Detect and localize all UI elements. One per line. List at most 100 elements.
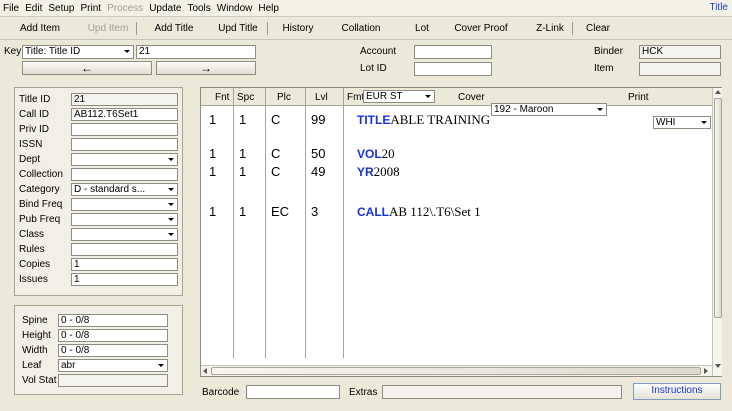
leaf-select[interactable]: abr bbox=[58, 359, 168, 372]
instructions-button[interactable]: Instructions bbox=[633, 383, 721, 400]
chevron-down-icon bbox=[168, 158, 174, 161]
add-item-button[interactable]: Add Item bbox=[14, 23, 66, 34]
menu-tools[interactable]: Tools bbox=[184, 3, 213, 14]
collection-input[interactable] bbox=[71, 168, 178, 181]
toolbar-separator bbox=[267, 22, 268, 35]
account-label: Account bbox=[360, 46, 397, 57]
title-details-panel: Title ID 21 Call ID AB112.T6Set1 Priv ID… bbox=[14, 87, 183, 296]
z-link-button[interactable]: Z-Link bbox=[532, 23, 568, 34]
clear-button[interactable]: Clear bbox=[583, 23, 613, 34]
issues-input[interactable]: 1 bbox=[71, 273, 178, 286]
col-header-cover: Cover bbox=[458, 92, 485, 103]
menu-update[interactable]: Update bbox=[146, 3, 184, 14]
copies-input[interactable]: 1 bbox=[71, 258, 178, 271]
menu-print[interactable]: Print bbox=[78, 3, 105, 14]
call-id-input[interactable]: AB112.T6Set1 bbox=[71, 108, 178, 121]
lot-id-label: Lot ID bbox=[360, 63, 387, 74]
collation-button[interactable]: Collation bbox=[336, 23, 386, 34]
horizontal-scrollbar[interactable] bbox=[201, 365, 712, 376]
menu-setup[interactable]: Setup bbox=[45, 3, 77, 14]
table-row[interactable]: 1 1 C 50 VOL20 bbox=[201, 146, 711, 162]
col-header-plc: Plc bbox=[277, 92, 291, 103]
barcode-label: Barcode bbox=[202, 387, 240, 398]
spine-details-panel: Spine 0 - 0/8 Height 0 - 0/8 Width 0 - 0… bbox=[14, 305, 183, 395]
table-row[interactable]: 1 1 C 49 YR2008 bbox=[201, 164, 711, 180]
column-divider bbox=[265, 88, 266, 358]
add-title-button[interactable]: Add Title bbox=[149, 23, 199, 34]
table-row[interactable]: 1 1 EC 3 CALLAB 112\.T6\Set 1 bbox=[201, 204, 711, 220]
toolbar-separator bbox=[136, 22, 137, 35]
lot-button[interactable]: Lot bbox=[410, 23, 434, 34]
lot-id-input[interactable] bbox=[414, 62, 492, 76]
arrow-right-icon: → bbox=[200, 61, 212, 75]
spine-line-text: TITLEABLE TRAINING bbox=[357, 112, 491, 127]
spine-line-text: VOL20 bbox=[357, 146, 395, 161]
chevron-down-icon bbox=[425, 95, 431, 98]
scroll-right-icon[interactable] bbox=[704, 368, 708, 374]
scroll-thumb[interactable] bbox=[211, 367, 701, 375]
vertical-scrollbar[interactable] bbox=[712, 88, 722, 376]
key-value-input[interactable]: 21 bbox=[136, 45, 256, 59]
chevron-down-icon bbox=[168, 203, 174, 206]
scroll-up-icon[interactable] bbox=[715, 90, 721, 94]
chevron-down-icon bbox=[168, 218, 174, 221]
table-row[interactable]: 1 1 C 99 TITLEABLE TRAINING bbox=[201, 112, 711, 128]
spine-text-grid: Fnt Spc Plc Lvl Fmt EUR ST Cover 192 - M… bbox=[200, 87, 722, 377]
priv-id-input[interactable] bbox=[71, 123, 178, 136]
scroll-left-icon[interactable] bbox=[203, 368, 207, 374]
window-title-label: Title bbox=[709, 2, 728, 13]
key-label: Key bbox=[4, 46, 22, 57]
scroll-down-icon[interactable] bbox=[715, 364, 721, 368]
prev-record-button[interactable]: ← bbox=[22, 61, 152, 75]
vol-stat-field bbox=[58, 374, 168, 387]
binder-field: HCK bbox=[639, 45, 721, 59]
menu-help[interactable]: Help bbox=[255, 3, 282, 14]
category-select[interactable]: D - standard s... bbox=[71, 183, 178, 196]
chevron-down-icon bbox=[597, 108, 603, 111]
chevron-down-icon bbox=[168, 188, 174, 191]
column-divider bbox=[305, 88, 306, 358]
height-input[interactable]: 0 - 0/8 bbox=[58, 329, 168, 342]
item-field bbox=[639, 62, 721, 76]
upd-item-button[interactable]: Upd Item bbox=[84, 23, 132, 34]
chevron-down-icon bbox=[158, 364, 164, 367]
key-bar: Key Title: Title ID 21 ← → Account Lot I… bbox=[0, 41, 732, 81]
history-button[interactable]: History bbox=[276, 23, 320, 34]
column-divider bbox=[343, 88, 344, 358]
col-header-lvl: Lvl bbox=[315, 92, 328, 103]
cover-proof-button[interactable]: Cover Proof bbox=[450, 23, 512, 34]
issn-input[interactable] bbox=[71, 138, 178, 151]
extras-field bbox=[382, 385, 622, 399]
chevron-down-icon bbox=[168, 233, 174, 236]
next-record-button[interactable]: → bbox=[156, 61, 256, 75]
toolbar-separator bbox=[572, 22, 573, 35]
spine-line-text: YR2008 bbox=[357, 164, 400, 179]
arrow-left-icon: ← bbox=[81, 61, 93, 75]
upd-title-button[interactable]: Upd Title bbox=[213, 23, 263, 34]
rules-input[interactable] bbox=[71, 243, 178, 256]
menu-bar: File Edit Setup Print Process Update Too… bbox=[0, 0, 732, 17]
col-header-fmt: Fmt bbox=[347, 92, 365, 103]
class-select[interactable] bbox=[71, 228, 178, 241]
account-input[interactable] bbox=[414, 45, 492, 59]
col-header-fnt: Fnt bbox=[215, 92, 230, 103]
scroll-thumb[interactable] bbox=[714, 98, 722, 318]
extras-label: Extras bbox=[349, 387, 378, 398]
fmt-select[interactable]: EUR ST bbox=[363, 90, 435, 103]
grid-header-row: Fnt Spc Plc Lvl Fmt EUR ST Cover 192 - M… bbox=[201, 88, 713, 129]
menu-file[interactable]: File bbox=[0, 3, 22, 14]
pub-freq-select[interactable] bbox=[71, 213, 178, 226]
spine-input[interactable]: 0 - 0/8 bbox=[58, 314, 168, 327]
bind-freq-select[interactable] bbox=[71, 198, 178, 211]
barcode-input[interactable] bbox=[246, 385, 340, 399]
menu-process[interactable]: Process bbox=[104, 3, 146, 14]
col-header-print: Print bbox=[628, 92, 649, 103]
title-id-field: 21 bbox=[71, 93, 178, 106]
menu-window[interactable]: Window bbox=[214, 3, 256, 14]
dept-select[interactable] bbox=[71, 153, 178, 166]
width-input[interactable]: 0 - 0/8 bbox=[58, 344, 168, 357]
menu-edit[interactable]: Edit bbox=[22, 3, 45, 14]
col-header-spc: Spc bbox=[237, 92, 255, 103]
binder-label: Binder bbox=[594, 46, 623, 57]
key-select[interactable]: Title: Title ID bbox=[22, 45, 134, 59]
